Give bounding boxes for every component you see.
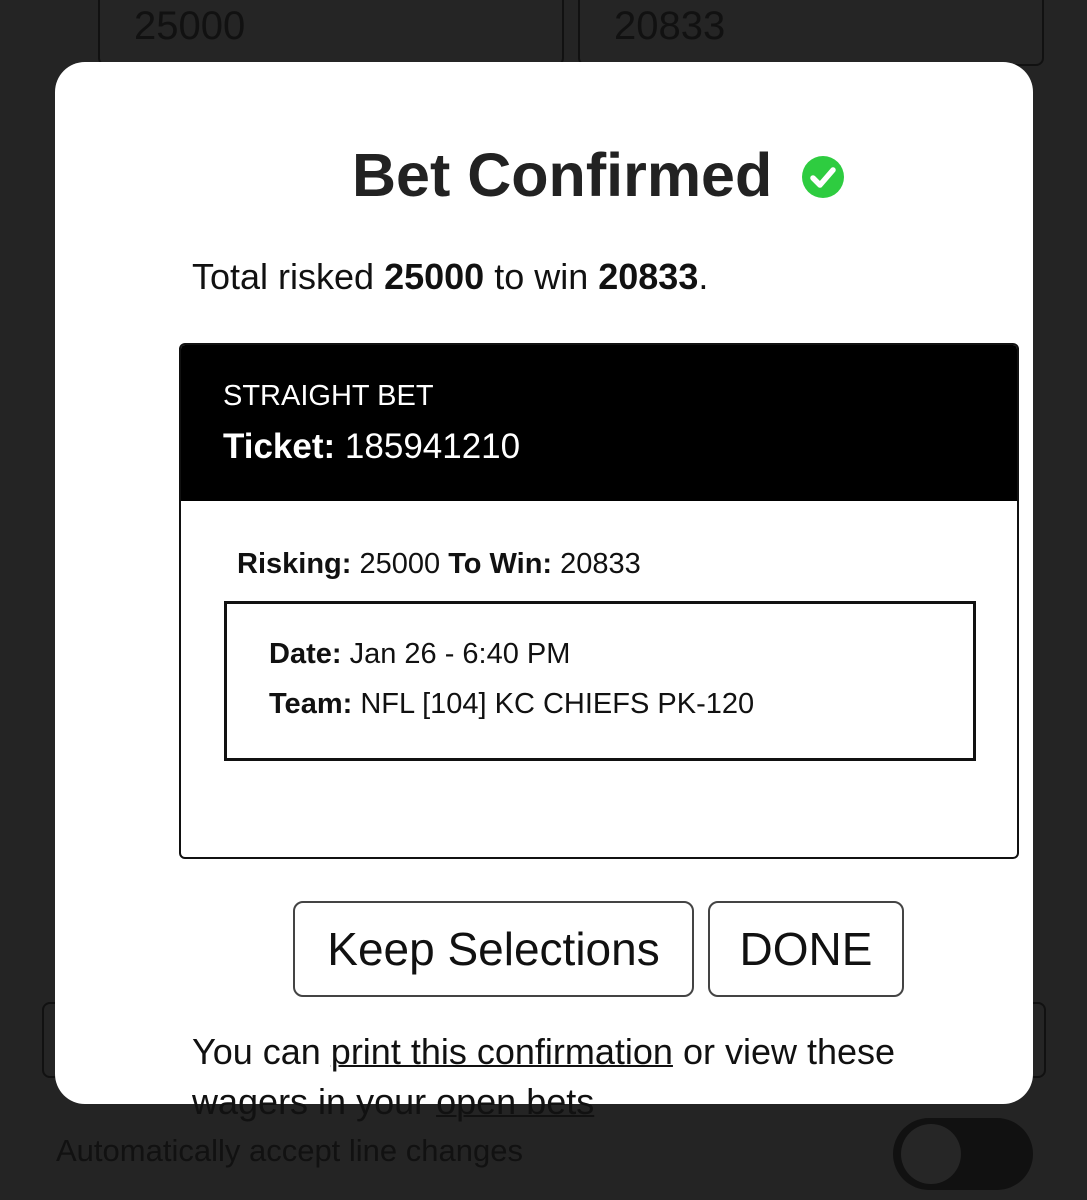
open-bets-link[interactable]: open bets [436, 1081, 594, 1122]
summary-middle: to win [484, 256, 599, 297]
bet-confirmation-modal: Bet Confirmed Total risked 25000 to win … [55, 62, 1033, 1122]
risk-win-line: Risking: 25000 To Win: 20833 [237, 547, 641, 581]
done-button[interactable]: DONE [708, 901, 904, 997]
to-win-label: To Win: [448, 548, 553, 580]
auto-accept-label: Automatically accept line changes [56, 1133, 523, 1168]
team-row: Team: NFL [104] KC CHIEFS PK-120 [269, 687, 754, 721]
print-confirmation-link[interactable]: print this confirmation [331, 1031, 673, 1072]
date-value: Jan 26 - 6:40 PM [349, 638, 571, 670]
risking-label: Risking: [237, 548, 352, 580]
date-row: Date: Jan 26 - 6:40 PM [269, 637, 570, 671]
footer-message: You can print this confirmation or view … [192, 1027, 992, 1127]
summary-prefix: Total risked [192, 256, 385, 297]
check-circle-icon [802, 156, 844, 198]
team-value: NFL [104] KC CHIEFS PK-120 [360, 688, 755, 720]
summary-risked: 25000 [384, 256, 485, 297]
ticket-number: 185941210 [344, 427, 521, 466]
win-amount-input[interactable]: 20833 [578, 0, 1044, 66]
modal-title: Bet Confirmed [352, 141, 773, 209]
bet-summary: Total risked 25000 to win 20833. [192, 256, 708, 298]
bet-type: STRAIGHT BET [223, 380, 434, 412]
keep-selections-button[interactable]: Keep Selections [293, 901, 694, 997]
to-win-value: 20833 [560, 548, 641, 580]
ticket-number-line: Ticket: 185941210 [223, 427, 520, 467]
summary-to-win: 20833 [598, 256, 699, 297]
ticket-card: STRAIGHT BET Ticket: 185941210 Risking: … [179, 343, 1019, 859]
risking-value: 25000 [359, 548, 441, 580]
ticket-label: Ticket: [223, 427, 336, 466]
toggle-knob [901, 1124, 961, 1184]
auto-accept-toggle[interactable] [893, 1118, 1033, 1190]
bet-details-box: Date: Jan 26 - 6:40 PM Team: NFL [104] K… [224, 601, 976, 761]
footer-text-1: You can [192, 1031, 331, 1072]
summary-suffix: . [698, 256, 709, 297]
team-label: Team: [269, 688, 353, 720]
risk-amount-input[interactable]: 25000 [98, 0, 564, 66]
ticket-header: STRAIGHT BET Ticket: 185941210 [181, 345, 1017, 501]
date-label: Date: [269, 638, 342, 670]
